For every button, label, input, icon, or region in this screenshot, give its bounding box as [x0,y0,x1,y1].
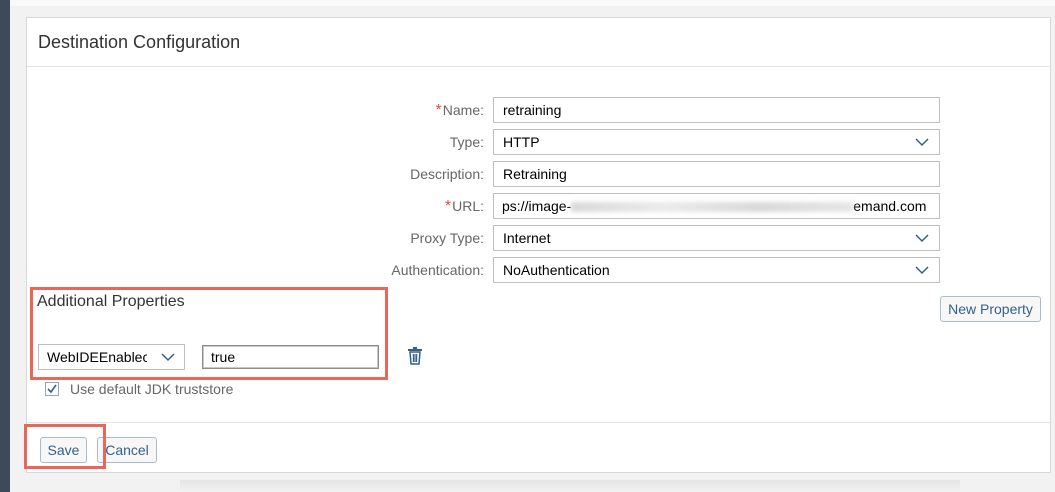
proxy-type-select[interactable]: Internet [493,225,940,251]
name-label: *Name: [435,102,484,119]
cancel-button[interactable]: Cancel [97,437,157,463]
checkmark-icon [47,384,57,394]
type-select-value: HTTP [503,134,540,150]
description-input[interactable]: Retraining [493,161,940,187]
truststore-checkbox[interactable] [45,382,59,396]
chevron-down-icon [915,266,929,275]
trash-icon[interactable] [407,347,423,365]
required-marker: * [444,198,452,215]
proxy-type-row: Proxy Type: Internet [27,225,1050,251]
truststore-label: Use default JDK truststore [70,381,234,397]
authentication-row: Authentication: NoAuthentication [27,257,1050,283]
authentication-label: Authentication: [391,262,484,278]
additional-properties-highlight [30,287,388,380]
footer-divider [27,422,1050,423]
description-label: Description: [410,166,484,182]
required-marker: * [435,102,442,119]
authentication-select-value: NoAuthentication [503,262,610,278]
new-property-button[interactable]: New Property [940,296,1041,322]
chevron-down-icon [915,234,929,243]
url-redacted-blur [571,202,854,213]
bottom-shadow [180,480,960,492]
panel-header: Destination Configuration [27,18,1050,67]
save-button-highlight [24,424,106,469]
name-input[interactable]: retraining [493,97,940,123]
type-select[interactable]: HTTP [493,129,940,155]
left-sidebar-strip [0,0,10,492]
proxy-type-label: Proxy Type: [410,230,484,246]
top-band [10,0,1055,6]
url-input[interactable]: ps://image-emand.com [493,193,940,219]
destination-configuration-panel: Destination Configuration *Name: retrain… [24,17,1051,473]
authentication-select[interactable]: NoAuthentication [493,257,940,283]
name-row: *Name: retraining [27,97,1050,123]
panel-title: Destination Configuration [38,32,241,52]
url-row: *URL: ps://image-emand.com [27,193,1050,219]
url-label: *URL: [444,198,484,215]
type-row: Type: HTTP [27,129,1050,155]
description-row: Description: Retraining [27,161,1050,187]
chevron-down-icon [915,138,929,147]
type-label: Type: [449,134,484,150]
url-value-start: ps://image- [502,198,572,214]
url-value-end: emand.com [853,198,927,214]
proxy-type-select-value: Internet [503,230,551,246]
